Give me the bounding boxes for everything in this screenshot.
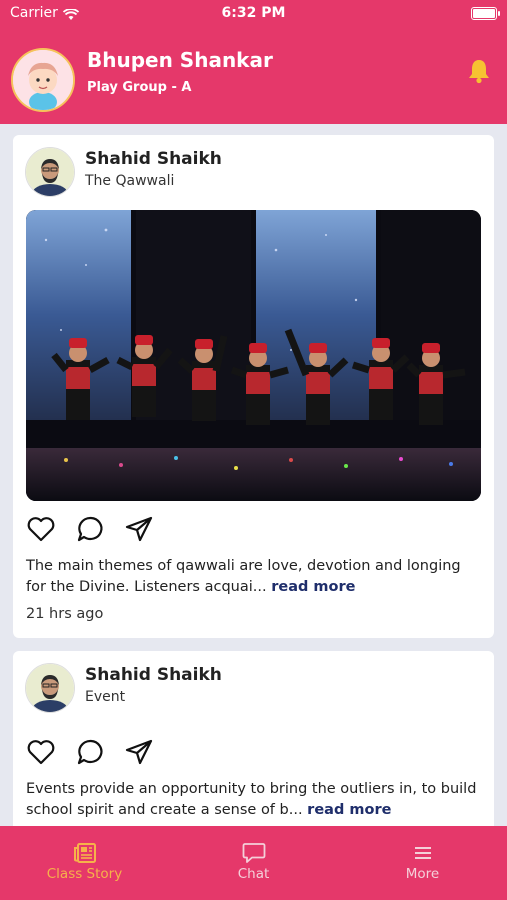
tab-label: Chat — [237, 866, 270, 882]
feed[interactable]: Shahid Shaikh The Qawwali The main theme… — [0, 124, 507, 826]
user-name: Bhupen Shankar — [87, 48, 273, 72]
tab-label: More — [405, 866, 440, 882]
author-avatar[interactable] — [25, 663, 75, 713]
newspaper-icon — [0, 842, 169, 864]
battery-icon — [471, 7, 500, 20]
comment-icon[interactable] — [76, 515, 106, 547]
comment-icon[interactable] — [76, 738, 106, 770]
heart-icon[interactable] — [26, 738, 56, 770]
author-name: Shahid Shaikh — [85, 665, 222, 685]
tab-more[interactable]: More — [338, 826, 507, 900]
share-icon[interactable] — [124, 515, 154, 547]
bell-icon[interactable] — [467, 58, 491, 88]
post-title: The Qawwali — [85, 173, 175, 189]
post-actions — [26, 515, 186, 545]
tab-chat[interactable]: Chat — [169, 826, 338, 900]
status-bar: Carrier 6:32 PM — [0, 0, 507, 28]
post-photo[interactable] — [26, 210, 481, 501]
post-card: Shahid Shaikh Event Events provide an op… — [13, 651, 494, 826]
caption-text: The main themes of qawwali are love, dev… — [26, 558, 461, 595]
tab-class-story[interactable]: Class Story — [0, 826, 169, 900]
chat-icon — [169, 842, 338, 864]
menu-icon — [338, 842, 507, 864]
bottom-tab-bar: Class Story Chat More — [0, 826, 507, 900]
app-header: Carrier 6:32 PM Bhupen Shankar Play Grou… — [0, 0, 507, 124]
heart-icon[interactable] — [26, 515, 56, 547]
post-caption: Events provide an opportunity to bring t… — [26, 779, 482, 821]
post-card: Shahid Shaikh The Qawwali The main theme… — [13, 135, 494, 638]
read-more-link[interactable]: read more — [271, 579, 355, 595]
clock: 6:32 PM — [221, 5, 286, 21]
author-avatar[interactable] — [25, 147, 75, 197]
class-group: Play Group - A — [87, 80, 192, 95]
post-actions — [26, 738, 186, 768]
caption-text: Events provide an opportunity to bring t… — [26, 781, 477, 818]
post-time: 21 hrs ago — [26, 606, 104, 622]
profile-avatar[interactable] — [11, 48, 75, 112]
author-name: Shahid Shaikh — [85, 149, 222, 169]
post-caption: The main themes of qawwali are love, dev… — [26, 556, 482, 598]
read-more-link[interactable]: read more — [307, 802, 391, 818]
share-icon[interactable] — [124, 738, 154, 770]
tab-label: Class Story — [46, 866, 123, 882]
post-title: Event — [85, 689, 126, 705]
